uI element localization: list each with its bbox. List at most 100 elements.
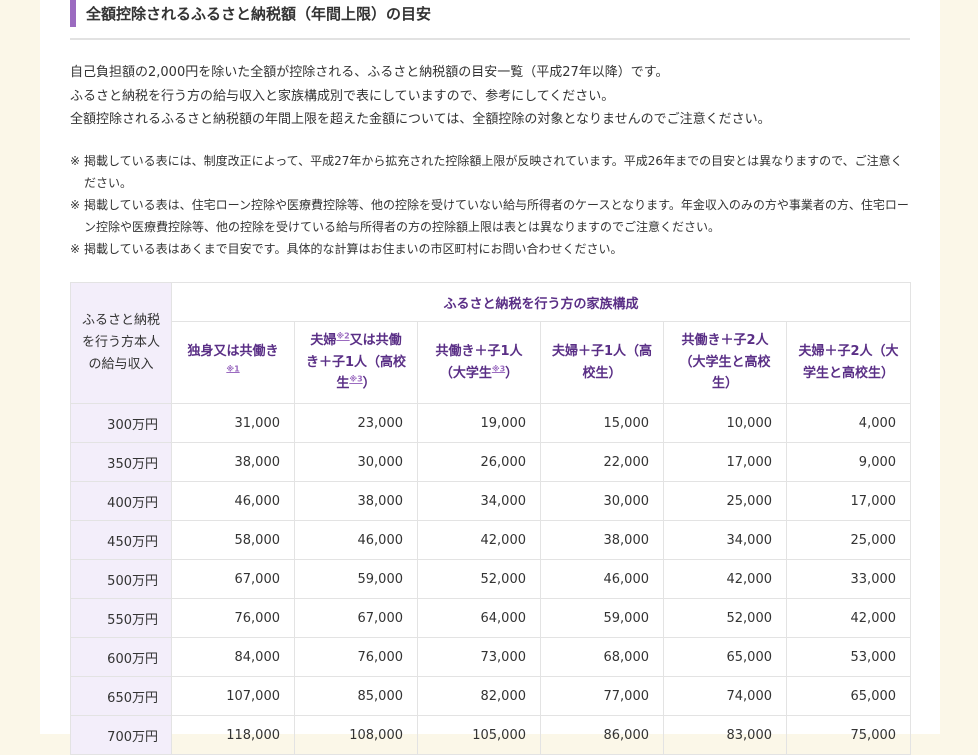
footnote-link-3[interactable]: ※3 [492, 364, 505, 373]
section-heading: 全額控除されるふるさと納税額（年間上限）の目安 [70, 0, 910, 40]
value-cell: 38,000 [294, 481, 418, 521]
value-cell: 42,000 [417, 520, 541, 560]
family-composition-header: ふるさと納税を行う方の家族構成 [170, 282, 912, 322]
column-header-couple: 夫婦※2又は共働き＋子1人（高校生※3） [294, 321, 418, 404]
table-row: 650万円 107,000 85,000 82,000 77,000 74,00… [70, 676, 912, 716]
value-cell: 15,000 [540, 403, 664, 443]
value-cell: 52,000 [663, 598, 787, 638]
content-panel: 全額控除されるふるさと納税額（年間上限）の目安 自己負担額の2,000円を除いた… [40, 0, 940, 755]
value-cell: 38,000 [171, 442, 295, 482]
value-cell: 76,000 [294, 637, 418, 677]
value-cell: 46,000 [294, 520, 418, 560]
note-mark: ※ [70, 242, 81, 256]
note-text: 掲載している表は、住宅ローン控除や医療費控除等、他の控除を受けていない給与所得者… [84, 198, 909, 234]
footnote-link-3[interactable]: ※3 [349, 375, 362, 384]
value-cell: 86,000 [540, 715, 664, 755]
value-cell: 83,000 [663, 715, 787, 755]
table-row: 300万円 31,000 23,000 19,000 15,000 10,000… [70, 403, 912, 443]
income-cell: 550万円 [70, 598, 172, 638]
income-cell: 350万円 [70, 442, 172, 482]
value-cell: 42,000 [663, 559, 787, 599]
note-item: ※ 掲載している表はあくまで目安です。具体的な計算はお住まいの市区町村にお問い合… [70, 238, 910, 260]
value-cell: 65,000 [785, 676, 912, 716]
value-cell: 85,000 [294, 676, 418, 716]
value-cell: 46,000 [171, 481, 295, 521]
value-cell: 25,000 [785, 520, 912, 560]
value-cell: 42,000 [785, 598, 912, 638]
table-row: 450万円 58,000 46,000 42,000 38,000 34,000… [70, 520, 912, 560]
note-mark: ※ [70, 198, 81, 212]
column-header-dual-income-two-children: 共働き＋子2人（大学生と高校生） [663, 321, 787, 404]
value-cell: 105,000 [417, 715, 541, 755]
value-cell: 67,000 [294, 598, 418, 638]
value-cell: 23,000 [294, 403, 418, 443]
value-cell: 17,000 [785, 481, 912, 521]
value-cell: 30,000 [540, 481, 664, 521]
value-cell: 34,000 [417, 481, 541, 521]
income-cell: 500万円 [70, 559, 172, 599]
value-cell: 118,000 [171, 715, 295, 755]
column-header-dual-income-university-child: 共働き＋子1人（大学生※3） [417, 321, 541, 404]
value-cell: 17,000 [663, 442, 787, 482]
income-cell: 450万円 [70, 520, 172, 560]
column-header-couple-two-children: 夫婦＋子2人（大学生と高校生） [785, 321, 912, 404]
value-cell: 59,000 [294, 559, 418, 599]
value-cell: 64,000 [417, 598, 541, 638]
value-cell: 22,000 [540, 442, 664, 482]
intro-line: 全額控除されるふるさと納税額の年間上限を超えた金額については、全額控除の対象とな… [70, 112, 771, 127]
table-row: 700万円 118,000 108,000 105,000 86,000 83,… [70, 715, 912, 755]
value-cell: 65,000 [663, 637, 787, 677]
table-row: 550万円 76,000 67,000 64,000 59,000 52,000… [70, 598, 912, 638]
value-cell: 26,000 [417, 442, 541, 482]
value-cell: 82,000 [417, 676, 541, 716]
column-header-text: ） [505, 365, 519, 381]
value-cell: 58,000 [171, 520, 295, 560]
income-cell: 650万円 [70, 676, 172, 716]
value-cell: 108,000 [294, 715, 418, 755]
note-text: 掲載している表はあくまで目安です。具体的な計算はお住まいの市区町村にお問い合わせ… [84, 242, 623, 256]
value-cell: 77,000 [540, 676, 664, 716]
column-header-couple-highschool-child: 夫婦＋子1人（高校生） [540, 321, 664, 404]
value-cell: 84,000 [171, 637, 295, 677]
column-header-single: 独身又は共働き ※1 [171, 321, 295, 404]
value-cell: 67,000 [171, 559, 295, 599]
value-cell: 53,000 [785, 637, 912, 677]
value-cell: 59,000 [540, 598, 664, 638]
column-header-text: ） [362, 376, 376, 392]
section-title: 全額控除されるふるさと納税額（年間上限）の目安 [86, 5, 432, 23]
value-cell: 76,000 [171, 598, 295, 638]
value-cell: 38,000 [540, 520, 664, 560]
column-header-text: 独身又は共働き [187, 344, 279, 359]
income-column-header: ふるさと納税を行う方本人の給与収入 [70, 282, 172, 404]
value-cell: 19,000 [417, 403, 541, 443]
note-item: ※ 掲載している表は、住宅ローン控除や医療費控除等、他の控除を受けていない給与所… [70, 194, 910, 238]
value-cell: 74,000 [663, 676, 787, 716]
value-cell: 9,000 [785, 442, 912, 482]
note-mark: ※ [70, 154, 81, 168]
value-cell: 25,000 [663, 481, 787, 521]
value-cell: 107,000 [171, 676, 295, 716]
table-row: 600万円 84,000 76,000 73,000 68,000 65,000… [70, 637, 912, 677]
note-item: ※ 掲載している表には、制度改正によって、平成27年から拡充された控除額上限が反… [70, 150, 910, 194]
income-cell: 400万円 [70, 481, 172, 521]
footnote-link-1[interactable]: ※1 [226, 364, 239, 373]
value-cell: 34,000 [663, 520, 787, 560]
value-cell: 68,000 [540, 637, 664, 677]
intro-line: 自己負担額の2,000円を除いた全額が控除される、ふるさと納税額の目安一覧（平成… [70, 65, 669, 80]
table-row: 400万円 46,000 38,000 34,000 30,000 25,000… [70, 481, 912, 521]
footnote-link-2[interactable]: ※2 [336, 332, 349, 341]
value-cell: 10,000 [663, 403, 787, 443]
column-header-text: 夫婦 [310, 333, 337, 349]
value-cell: 73,000 [417, 637, 541, 677]
note-text: 掲載している表には、制度改正によって、平成27年から拡充された控除額上限が反映さ… [84, 154, 903, 190]
intro-line: ふるさと納税を行う方の給与収入と家族構成別で表にしていますので、参考にしてくださ… [70, 88, 615, 104]
income-cell: 300万円 [70, 403, 172, 443]
income-cell: 600万円 [70, 637, 172, 677]
value-cell: 33,000 [785, 559, 912, 599]
heading-accent-bar [70, 0, 76, 27]
value-cell: 31,000 [171, 403, 295, 443]
value-cell: 52,000 [417, 559, 541, 599]
value-cell: 46,000 [540, 559, 664, 599]
income-cell: 700万円 [70, 715, 172, 755]
intro-text: 自己負担額の2,000円を除いた全額が控除される、ふるさと納税額の目安一覧（平成… [70, 61, 910, 132]
